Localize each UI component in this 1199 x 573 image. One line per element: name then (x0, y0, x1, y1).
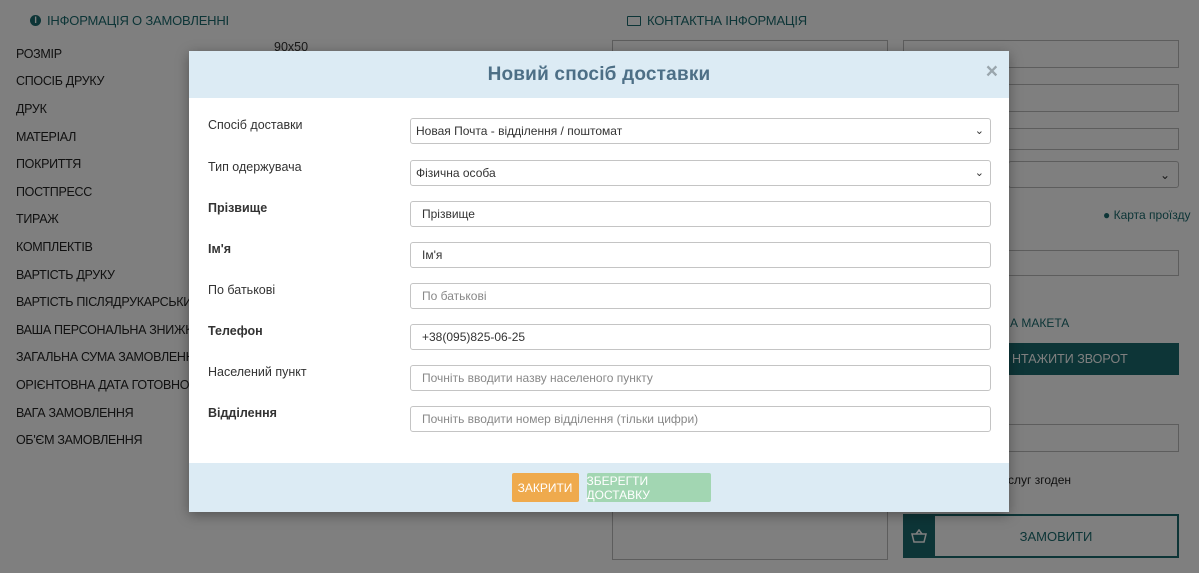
surname-label: Прізвище (208, 201, 268, 215)
close-icon[interactable]: × (986, 60, 998, 84)
surname-value: Прізвище (422, 207, 475, 221)
delivery-method-value: Новая Почта - відділення / поштомат (416, 124, 623, 138)
city-input[interactable]: Почніть вводити назву населеного пункту (410, 365, 991, 391)
delivery-method-row: Спосіб доставки Новая Почта - відділення… (189, 118, 1009, 144)
close-button[interactable]: ЗАКРИТИ (511, 473, 579, 502)
phone-label: Телефон (208, 324, 263, 338)
phone-row: Телефон +38(095)825-06-25 (189, 324, 1009, 350)
modal-body: Спосіб доставки Новая Почта - відділення… (189, 98, 1009, 463)
patronymic-input[interactable]: По батькові (410, 283, 991, 309)
patronymic-row: По батькові По батькові (189, 283, 1009, 309)
modal-header: Новий спосіб доставки × (189, 51, 1009, 98)
branch-row: Відділення Почніть вводити номер відділе… (189, 406, 1009, 432)
delivery-method-label: Спосіб доставки (208, 118, 303, 132)
chevron-down-icon: ⌄ (974, 125, 984, 137)
name-label: Ім'я (208, 242, 231, 256)
chevron-down-icon: ⌄ (974, 167, 984, 179)
delivery-method-select[interactable]: Новая Почта - відділення / поштомат ⌄ (410, 118, 991, 144)
phone-value: +38(095)825-06-25 (422, 330, 526, 344)
patronymic-placeholder: По батькові (422, 289, 487, 303)
city-row: Населений пункт Почніть вводити назву на… (189, 365, 1009, 391)
phone-input[interactable]: +38(095)825-06-25 (410, 324, 991, 350)
patronymic-label: По батькові (208, 283, 276, 297)
recipient-type-row: Тип одержувача Фізична особа ⌄ (189, 160, 1009, 186)
name-input[interactable]: Ім'я (410, 242, 991, 268)
branch-label: Відділення (208, 406, 277, 420)
recipient-type-label: Тип одержувача (208, 160, 302, 174)
branch-placeholder: Почніть вводити номер відділення (тільки… (422, 412, 699, 426)
recipient-type-select[interactable]: Фізична особа ⌄ (410, 160, 991, 186)
surname-row: Прізвище Прізвище (189, 201, 1009, 227)
modal-footer: ЗАКРИТИ ЗБЕРЕГТИ ДОСТАВКУ (189, 463, 1009, 512)
name-value: Ім'я (422, 248, 443, 262)
modal-title: Новий спосіб доставки (487, 63, 711, 85)
name-row: Ім'я Ім'я (189, 242, 1009, 268)
surname-input[interactable]: Прізвище (410, 201, 991, 227)
recipient-type-value: Фізична особа (416, 166, 496, 180)
save-delivery-button[interactable]: ЗБЕРЕГТИ ДОСТАВКУ (586, 473, 711, 502)
city-label: Населений пункт (208, 365, 307, 379)
branch-input[interactable]: Почніть вводити номер відділення (тільки… (410, 406, 991, 432)
city-placeholder: Почніть вводити назву населеного пункту (422, 371, 653, 385)
delivery-modal: Новий спосіб доставки × Спосіб доставки … (189, 51, 1009, 512)
